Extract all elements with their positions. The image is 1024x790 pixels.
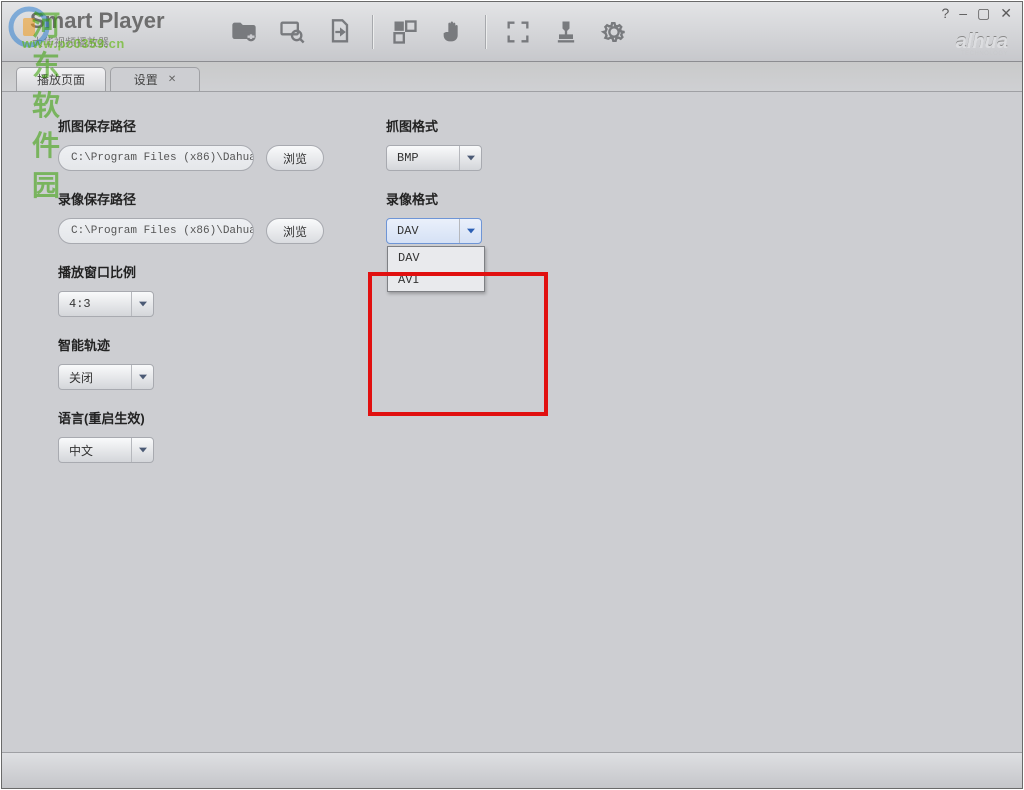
record-path-browse-button[interactable]: 浏览 [266,218,324,244]
record-path-label: 录像保存路径 [58,189,358,208]
app-window: Smart Player 大华视频播放器 河东软件园 www.pc0359.cn… [1,1,1023,789]
export-button[interactable] [316,8,364,56]
toolbar-separator [372,15,373,49]
chevron-down-icon [131,292,153,316]
tab-playback[interactable]: 播放页面 [16,67,106,91]
record-fmt-option-avi[interactable]: AVI [388,269,484,291]
brand-logo: alhua TECHNOLOGY [956,31,1008,57]
track-label: 智能轨迹 [58,335,358,354]
settings-left-column: 抓图保存路径 C:\Program Files (x86)\DahuaT… 浏览… [58,116,358,481]
record-path-field[interactable]: C:\Program Files (x86)\DahuaT… [58,218,254,244]
close-button[interactable]: ✕ [1000,6,1012,20]
fullscreen-button[interactable] [494,8,542,56]
chevron-down-icon [459,219,481,243]
snap-path-label: 抓图保存路径 [58,116,358,135]
minimize-button[interactable]: – [959,6,967,20]
tabstrip: 播放页面 设置 ✕ [2,62,1022,92]
app-subtitle: 大华视频播放器 [32,34,109,50]
aspect-combo[interactable]: 4:3 [58,291,154,317]
chevron-down-icon [131,365,153,389]
tab-close-icon[interactable]: ✕ [168,74,176,85]
snap-fmt-combo[interactable]: BMP [386,145,482,171]
record-fmt-option-dav[interactable]: DAV [388,247,484,269]
tab-label: 播放页面 [37,71,85,88]
language-value: 中文 [59,442,131,459]
add-folder-button[interactable] [220,8,268,56]
app-title: Smart Player [30,8,165,34]
tab-label: 设置 [134,71,158,88]
annotation-highlight [368,272,548,416]
snap-path-field[interactable]: C:\Program Files (x86)\DahuaT… [58,145,254,171]
settings-panel: 抓图保存路径 C:\Program Files (x86)\DahuaT… 浏览… [2,92,1022,752]
record-fmt-dropdown: DAV AVI [387,246,485,292]
record-fmt-value: DAV [387,224,459,238]
maximize-button[interactable]: ▢ [977,6,990,20]
track-combo[interactable]: 关闭 [58,364,154,390]
aspect-value: 4:3 [59,297,131,311]
track-value: 关闭 [59,369,131,386]
stamp-button[interactable] [542,8,590,56]
selection-button[interactable] [381,8,429,56]
hand-button[interactable] [429,8,477,56]
statusbar [2,752,1022,788]
search-button[interactable] [268,8,316,56]
snap-path-browse-button[interactable]: 浏览 [266,145,324,171]
language-combo[interactable]: 中文 [58,437,154,463]
window-controls: ? – ▢ ✕ [941,6,1012,20]
snap-fmt-label: 抓图格式 [386,116,606,135]
titlebar: Smart Player 大华视频播放器 河东软件园 www.pc0359.cn… [2,2,1022,62]
help-button[interactable]: ? [941,6,949,20]
brand-name: alhua [956,31,1008,53]
chevron-down-icon [459,146,481,170]
language-label: 语言(重启生效) [58,408,358,427]
toolbar [220,8,638,56]
toolbar-separator [485,15,486,49]
tab-settings[interactable]: 设置 ✕ [110,67,200,91]
record-fmt-label: 录像格式 [386,189,606,208]
snap-fmt-value: BMP [387,151,459,165]
settings-right-column: 抓图格式 BMP 录像格式 DAV DAV AVI [386,116,606,262]
brand-sub: TECHNOLOGY [956,51,1008,57]
chevron-down-icon [131,438,153,462]
record-fmt-combo[interactable]: DAV DAV AVI [386,218,482,244]
settings-button[interactable] [590,8,638,56]
aspect-label: 播放窗口比例 [58,262,358,281]
